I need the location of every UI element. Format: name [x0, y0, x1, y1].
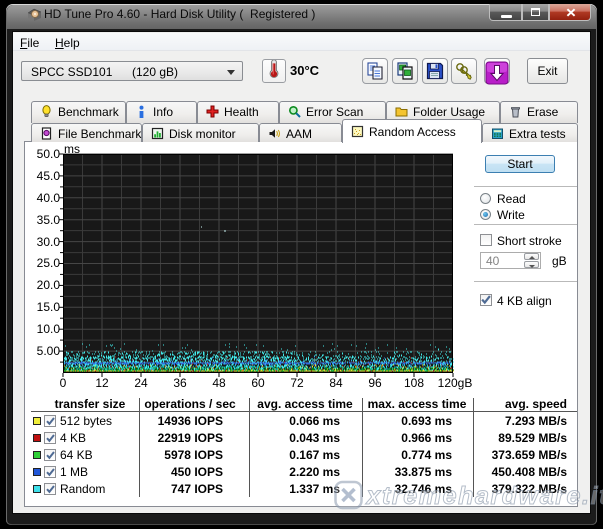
svg-text:xtremehardware.it: xtremehardware.it	[365, 482, 603, 510]
